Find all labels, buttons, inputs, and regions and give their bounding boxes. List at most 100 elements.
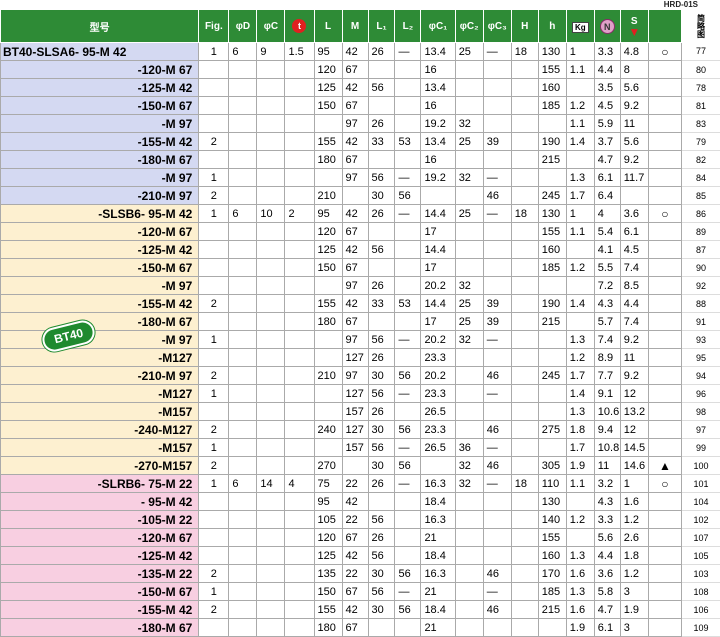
cell-H xyxy=(511,223,538,241)
cell-C3 xyxy=(483,241,511,259)
cell-mark xyxy=(648,331,681,349)
cell-L xyxy=(314,277,342,295)
cell-L1 xyxy=(368,619,395,637)
cell-s: 11 xyxy=(620,115,648,133)
cell-M: 127 xyxy=(342,421,368,439)
cell-fig: 1 xyxy=(199,169,229,187)
cell-C1: 14.4 xyxy=(421,205,455,223)
cell-c xyxy=(257,349,285,367)
cell-C2: 32 xyxy=(455,169,483,187)
cell-n: 5.6 xyxy=(594,529,620,547)
cell-d: 6 xyxy=(229,205,257,223)
cell-page: 84 xyxy=(682,169,720,187)
cell-n: 4.4 xyxy=(594,61,620,79)
cell-t xyxy=(285,241,314,259)
cell-s: 5.6 xyxy=(620,133,648,151)
cell-L2: — xyxy=(395,43,421,61)
cell-kg: 1.2 xyxy=(566,511,594,529)
cell-mark xyxy=(648,115,681,133)
cell-d xyxy=(229,133,257,151)
cell-C2 xyxy=(455,421,483,439)
cell-C3 xyxy=(483,79,511,97)
cell-mark xyxy=(648,277,681,295)
cell-d: 6 xyxy=(229,475,257,493)
cell-kg xyxy=(566,79,594,97)
cell-d xyxy=(229,601,257,619)
cell-L xyxy=(314,403,342,421)
header-s: S▼ xyxy=(620,10,648,43)
cell-M xyxy=(342,457,368,475)
cell-model: -120-M 67 xyxy=(1,529,199,547)
cell-d: 6 xyxy=(229,43,257,61)
cell-n: 7.7 xyxy=(594,367,620,385)
cell-mark xyxy=(648,583,681,601)
cell-L2 xyxy=(395,547,421,565)
cell-M: 22 xyxy=(342,511,368,529)
cell-s: 9.2 xyxy=(620,97,648,115)
cell-C3 xyxy=(483,511,511,529)
cell-h xyxy=(538,169,566,187)
cell-kg: 1.7 xyxy=(566,439,594,457)
cell-M: 67 xyxy=(342,223,368,241)
cell-fig xyxy=(199,79,229,97)
cell-C3: 46 xyxy=(483,457,511,475)
cell-h: 130 xyxy=(538,43,566,61)
cell-model: -150-M 67 xyxy=(1,259,199,277)
cell-page: 83 xyxy=(682,115,720,133)
cell-d xyxy=(229,295,257,313)
cell-C3 xyxy=(483,493,511,511)
cell-mark: ○ xyxy=(648,43,681,61)
table-row: -150-M 6715067171851.25.57.490 xyxy=(1,259,720,277)
cell-C2 xyxy=(455,97,483,115)
cell-page: 92 xyxy=(682,277,720,295)
cell-M: 67 xyxy=(342,619,368,637)
cell-page: 103 xyxy=(682,565,720,583)
cell-kg: 1.4 xyxy=(566,295,594,313)
cell-C1: 16.3 xyxy=(421,511,455,529)
cell-C2: 32 xyxy=(455,457,483,475)
cell-h: 140 xyxy=(538,511,566,529)
cell-t xyxy=(285,187,314,205)
cell-H xyxy=(511,277,538,295)
cell-h: 155 xyxy=(538,223,566,241)
cell-kg: 1.6 xyxy=(566,601,594,619)
cell-M: 127 xyxy=(342,385,368,403)
cell-C1: 20.2 xyxy=(421,277,455,295)
header-fig: Fig. xyxy=(199,10,229,43)
cell-page: 95 xyxy=(682,349,720,367)
cell-page: 79 xyxy=(682,133,720,151)
cell-fig: 1 xyxy=(199,475,229,493)
cell-L: 95 xyxy=(314,43,342,61)
table-row: -155-M 42215542305618.4462151.64.71.9106 xyxy=(1,601,720,619)
cell-mark xyxy=(648,79,681,97)
header-diagram: 简略图 xyxy=(682,10,720,43)
cell-page: 87 xyxy=(682,241,720,259)
cell-c xyxy=(257,97,285,115)
cell-L1: 56 xyxy=(368,169,395,187)
cell-c xyxy=(257,169,285,187)
cell-fig: 2 xyxy=(199,295,229,313)
cell-n: 10.8 xyxy=(594,439,620,457)
cell-c xyxy=(257,151,285,169)
cell-s: 3.6 xyxy=(620,205,648,223)
cell-page: 80 xyxy=(682,61,720,79)
cell-M: 67 xyxy=(342,529,368,547)
cell-C3 xyxy=(483,151,511,169)
cell-C2 xyxy=(455,241,483,259)
cell-L1: 33 xyxy=(368,295,395,313)
cell-kg: 1.3 xyxy=(566,403,594,421)
cell-mark xyxy=(648,385,681,403)
cell-fig xyxy=(199,97,229,115)
cell-c xyxy=(257,511,285,529)
cell-s: 11 xyxy=(620,349,648,367)
cell-s: 4.8 xyxy=(620,43,648,61)
cell-C1: 16 xyxy=(421,61,455,79)
cell-C2: 25 xyxy=(455,205,483,223)
cell-L xyxy=(314,385,342,403)
cell-C3: — xyxy=(483,205,511,223)
cell-n: 3.3 xyxy=(594,43,620,61)
cell-c xyxy=(257,61,285,79)
cell-model: -125-M 42 xyxy=(1,79,199,97)
cell-C1: 16 xyxy=(421,97,455,115)
cell-c xyxy=(257,313,285,331)
